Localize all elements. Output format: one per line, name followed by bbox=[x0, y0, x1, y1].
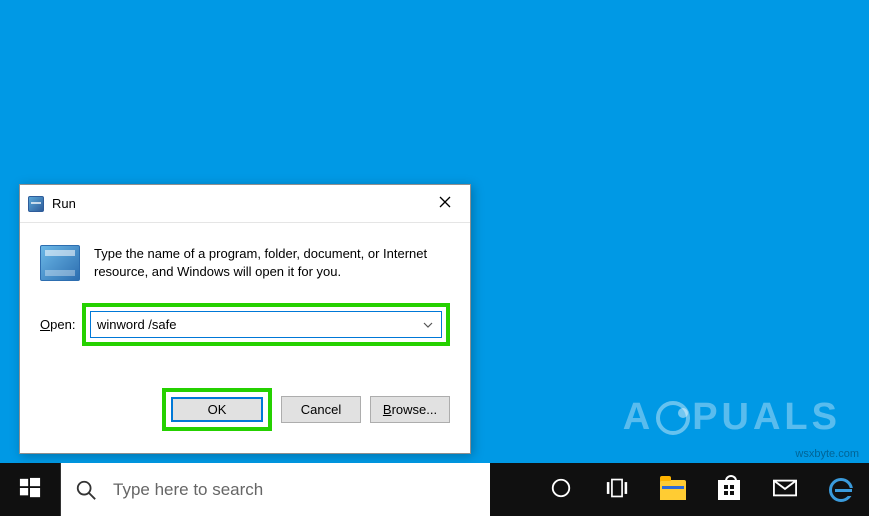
cortana-button[interactable] bbox=[533, 463, 589, 516]
run-dialog: Run Type the name of a program, folder, … bbox=[19, 184, 471, 454]
dialog-body: Type the name of a program, folder, docu… bbox=[20, 223, 470, 431]
search-icon bbox=[75, 479, 97, 501]
task-view-icon bbox=[606, 477, 628, 502]
close-button[interactable] bbox=[420, 185, 470, 223]
ok-button-highlight: OK bbox=[162, 388, 272, 431]
windows-logo-icon bbox=[19, 477, 41, 502]
task-view-button[interactable] bbox=[589, 463, 645, 516]
run-large-icon bbox=[40, 245, 80, 281]
watermark-o-icon bbox=[656, 401, 690, 435]
open-input[interactable] bbox=[97, 317, 419, 332]
cortana-icon bbox=[550, 477, 572, 502]
microsoft-store-button[interactable] bbox=[701, 463, 757, 516]
search-placeholder: Type here to search bbox=[113, 480, 263, 500]
titlebar[interactable]: Run bbox=[20, 185, 470, 223]
watermark: A PUALS bbox=[623, 396, 841, 439]
file-explorer-button[interactable] bbox=[645, 463, 701, 516]
open-combobox[interactable] bbox=[90, 311, 442, 338]
window-title: Run bbox=[52, 196, 76, 211]
open-field-highlight bbox=[82, 303, 450, 346]
search-box[interactable]: Type here to search bbox=[60, 463, 490, 516]
run-description: Type the name of a program, folder, docu… bbox=[94, 245, 450, 281]
edge-icon bbox=[829, 478, 853, 502]
button-row: OK Cancel Browse... bbox=[40, 388, 450, 431]
open-label: Open: bbox=[40, 317, 82, 332]
store-bag-icon bbox=[718, 480, 740, 500]
start-button[interactable] bbox=[0, 463, 60, 516]
watermark-right: PUALS bbox=[692, 396, 841, 439]
taskbar: Type here to search bbox=[0, 463, 869, 516]
browse-button[interactable]: Browse... bbox=[370, 396, 450, 423]
edge-browser-button[interactable] bbox=[813, 463, 869, 516]
chevron-down-icon[interactable] bbox=[419, 312, 437, 337]
ok-button[interactable]: OK bbox=[171, 397, 263, 422]
cancel-button[interactable]: Cancel bbox=[281, 396, 361, 423]
mail-button[interactable] bbox=[757, 463, 813, 516]
watermark-sub: wsxbyte.com bbox=[795, 448, 859, 460]
folder-icon bbox=[660, 480, 686, 500]
watermark-left: A bbox=[623, 396, 654, 439]
close-icon bbox=[439, 195, 451, 212]
run-app-icon bbox=[28, 196, 44, 212]
mail-icon bbox=[773, 476, 797, 503]
